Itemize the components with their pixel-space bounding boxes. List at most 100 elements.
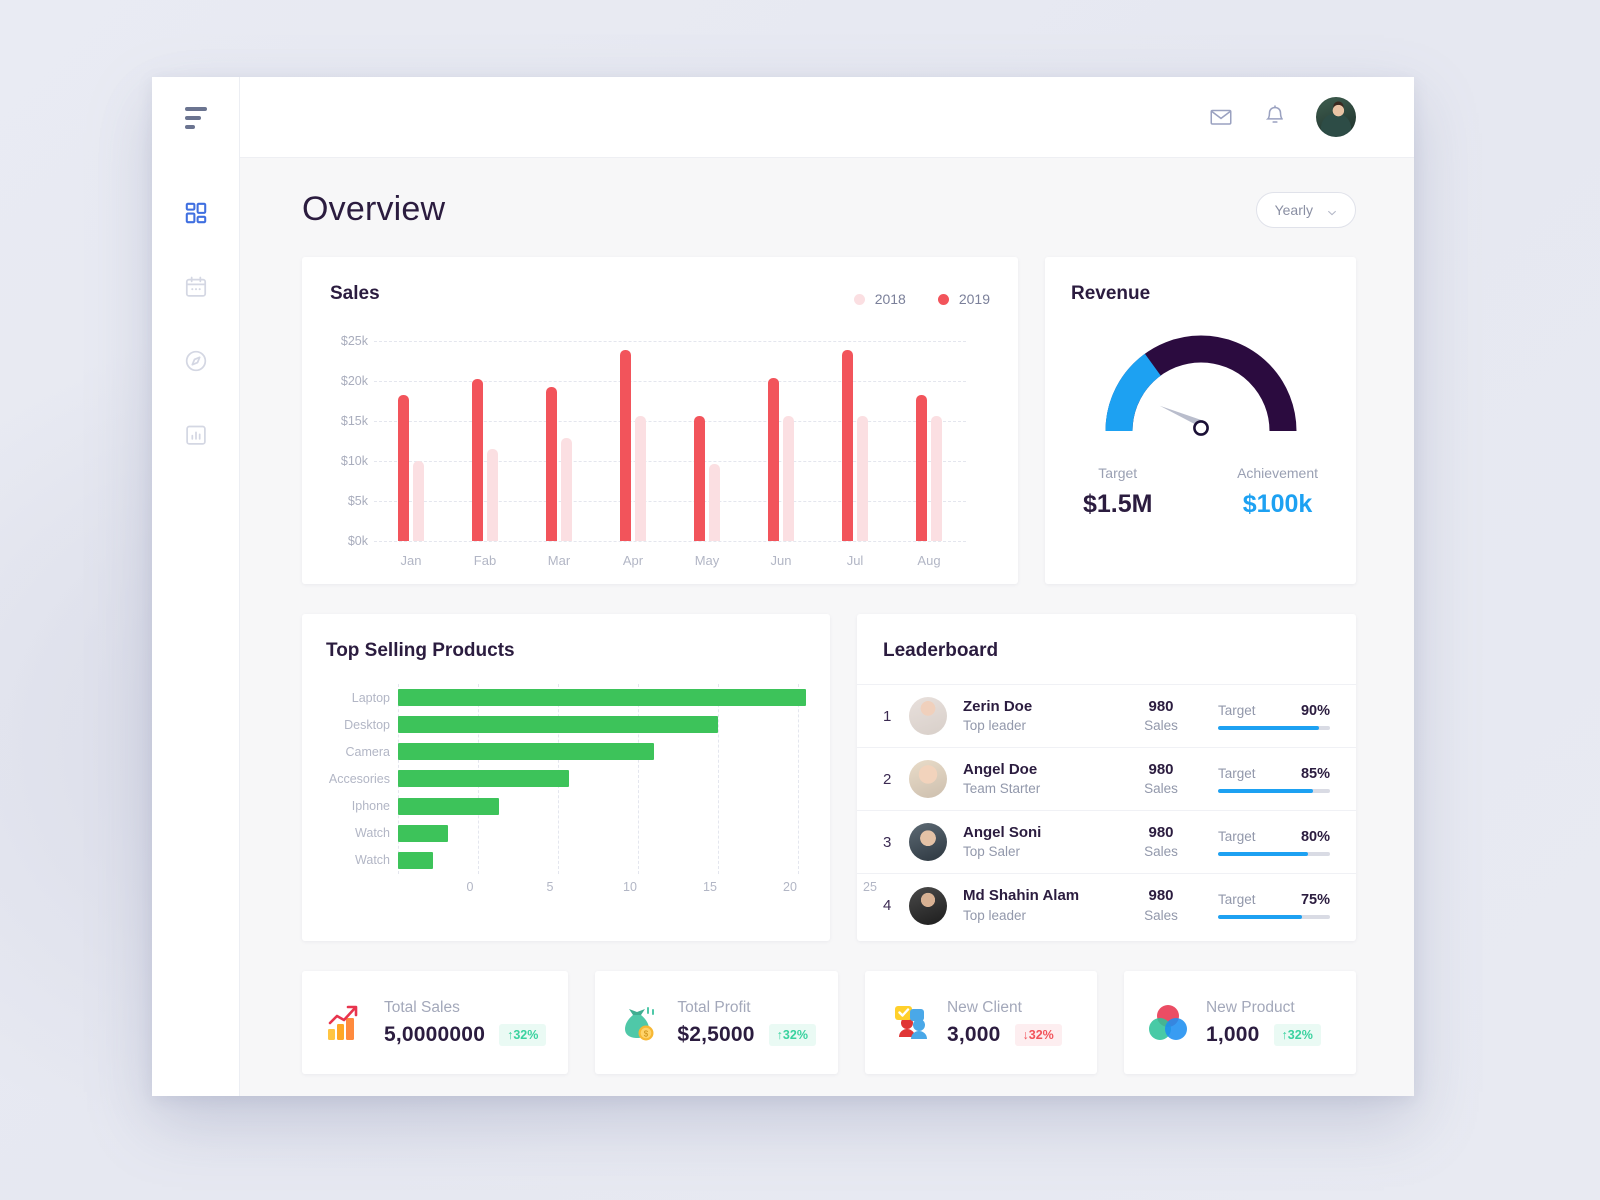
- legend-label-2019: 2019: [958, 291, 990, 307]
- bar-2018-May: [709, 464, 720, 541]
- avatar[interactable]: [1316, 97, 1356, 137]
- leaderboard-progress-fill: [1218, 725, 1319, 730]
- x-axis-label: Mar: [547, 553, 571, 568]
- sales-card: Sales 2018 2019 $0k $5k $10k $15k $20k $…: [302, 257, 1018, 584]
- dashboard-row-charts: Sales 2018 2019 $0k $5k $10k $15k $20k $…: [302, 257, 1356, 584]
- hamburger-icon[interactable]: [184, 106, 207, 129]
- leaderboard-role: Top Saler: [963, 844, 1021, 860]
- legend-item-2018: 2018: [853, 291, 906, 307]
- x-axis-label: Jun: [770, 553, 792, 568]
- leaderboard-sales: 980 Sales: [1118, 823, 1204, 861]
- product-label: Iphone: [351, 799, 390, 814]
- leaderboard-identity: Zerin Doe Top leader: [963, 697, 1118, 735]
- sidebar-item-dashboard[interactable]: [181, 198, 211, 228]
- leaderboard-card: Leaderboard 1 Zerin Doe Top leader 980 Sales…: [857, 614, 1356, 941]
- bar-group: [916, 341, 942, 541]
- stat-label: Total Sales: [384, 998, 460, 1016]
- stat-label: New Product: [1205, 998, 1295, 1016]
- leaderboard-rank: 2: [883, 770, 892, 788]
- sidebar-item-reports[interactable]: [181, 420, 211, 450]
- leaderboard-progress-track: [1218, 915, 1330, 919]
- legend-dot-2019: [937, 293, 949, 305]
- x-axis-label: Jul: [846, 553, 864, 568]
- leaderboard-sales-value: 980: [1148, 887, 1174, 905]
- x-axis-tick: 0: [466, 880, 474, 894]
- stat-body: Total Sales 5,0000000 ↑32%: [384, 998, 547, 1047]
- leaderboard-row[interactable]: 4 Md Shahin Alam Top leader 980 Sales Target 7…: [857, 874, 1356, 937]
- leaderboard-sales-value: 980: [1148, 760, 1174, 778]
- grid-line: [374, 541, 966, 542]
- leaderboard-target: Target 80%: [1218, 829, 1330, 856]
- leaderboard-avatar: [909, 760, 947, 798]
- x-axis-tick: 25: [863, 880, 877, 894]
- leaderboard-avatar: [909, 823, 947, 861]
- stat-body: New Product 1,000 ↑32%: [1206, 999, 1321, 1047]
- leaderboard-sales-label: Sales: [1144, 907, 1178, 923]
- leaderboard-name: Angel Soni: [963, 823, 1042, 841]
- legend-dot-2018: [853, 293, 865, 305]
- bar-group: [546, 341, 572, 541]
- leaderboard-target-label: Target: [1218, 828, 1256, 844]
- leaderboard-target-percent: 90%: [1300, 702, 1330, 719]
- period-filter-label: Yearly: [1274, 201, 1313, 218]
- leaderboard-sales: 980 Sales: [1118, 760, 1204, 798]
- chevron-down-icon: [1327, 205, 1337, 215]
- leaderboard-sales-label: Sales: [1144, 844, 1178, 860]
- sidebar-item-calendar[interactable]: [181, 272, 211, 302]
- stat-value: 3,000: [946, 1022, 1001, 1046]
- leaderboard-progress-fill: [1218, 788, 1314, 793]
- bar-2018-Jan: [413, 461, 424, 541]
- stat-value: $2,5000: [677, 1022, 755, 1046]
- stat-label: Total Profit: [677, 998, 751, 1016]
- leaderboard-list: 1 Zerin Doe Top leader 980 Sales Target 90% 2 An…: [857, 685, 1356, 937]
- revenue-card: Revenue Target $1.5M Achievement $100k: [1045, 257, 1356, 584]
- y-axis-tick: $20k: [340, 374, 368, 388]
- leaderboard-sales-value: 980: [1148, 823, 1174, 841]
- leaderboard-progress-track: [1218, 788, 1330, 793]
- leaderboard-header: Leaderboard: [857, 614, 1356, 685]
- revenue-achievement: Achievement $100k: [1237, 465, 1318, 519]
- stat-card-new-product: New Product 1,000 ↑32%: [1123, 971, 1357, 1074]
- stat-delta-badge: ↑32%: [768, 1023, 816, 1046]
- product-bar-Accesories: [398, 770, 570, 788]
- period-filter-dropdown[interactable]: Yearly: [1255, 191, 1356, 228]
- mail-icon[interactable]: [1208, 104, 1234, 130]
- leaderboard-row[interactable]: 2 Angel Doe Team Starter 980 Sales Target 85%: [857, 748, 1356, 811]
- product-label: Camera: [345, 744, 390, 759]
- leaderboard-avatar: [909, 886, 947, 925]
- main-content: Overview Yearly Sales 2018 2019 $0k $5k …: [240, 158, 1414, 1096]
- x-axis-label: Jan: [400, 553, 422, 568]
- revenue-card-title: Revenue: [1071, 283, 1151, 304]
- stat-body: New Client 3,000 ↓32%: [947, 999, 1062, 1047]
- leaderboard-sales-value: 980: [1148, 697, 1174, 715]
- leaderboard-target: Target 90%: [1218, 703, 1330, 730]
- bar-group: [398, 341, 424, 541]
- bar-group: [842, 341, 868, 541]
- sales-card-title: Sales: [330, 283, 380, 304]
- stat-delta-badge: ↓32%: [1014, 1023, 1062, 1046]
- leaderboard-row[interactable]: 1 Zerin Doe Top leader 980 Sales Target 90%: [857, 685, 1356, 748]
- revenue-stats: Target $1.5M Achievement $100k: [1071, 465, 1330, 519]
- product-bar-Laptop: [398, 689, 806, 707]
- bar-group: [768, 341, 794, 541]
- revenue-achievement-value: $100k: [1242, 490, 1313, 518]
- x-axis-label: May: [694, 553, 720, 568]
- stat-card-new-client: New Client 3,000 ↓32%: [864, 971, 1097, 1074]
- leaderboard-role: Team Starter: [963, 781, 1041, 797]
- x-axis-tick: 20: [783, 880, 797, 894]
- sidebar-item-explore[interactable]: [181, 346, 211, 376]
- revenue-target-value: $1.5M: [1083, 490, 1153, 518]
- top-selling-bars: Laptop Desktop Camera Accesories Iphone Watch…: [329, 684, 806, 874]
- bar-2019-Apr: [620, 350, 631, 541]
- bell-icon[interactable]: [1262, 104, 1288, 130]
- leaderboard-name: Angel Doe: [963, 760, 1038, 778]
- stat-card-total-sales: Total Sales 5,0000000 ↑32%: [302, 971, 569, 1074]
- top-bar: [152, 77, 1414, 158]
- leaderboard-target: Target 75%: [1218, 892, 1330, 919]
- product-bar-row: Camera: [346, 743, 806, 761]
- app-body: Overview Yearly Sales 2018 2019 $0k $5k …: [152, 158, 1414, 1096]
- product-bar-Watch: [398, 851, 434, 869]
- product-label: Accesories: [328, 771, 390, 786]
- x-axis-label: Aug: [917, 553, 941, 568]
- leaderboard-row[interactable]: 3 Angel Soni Top Saler 980 Sales Target 80%: [857, 811, 1356, 874]
